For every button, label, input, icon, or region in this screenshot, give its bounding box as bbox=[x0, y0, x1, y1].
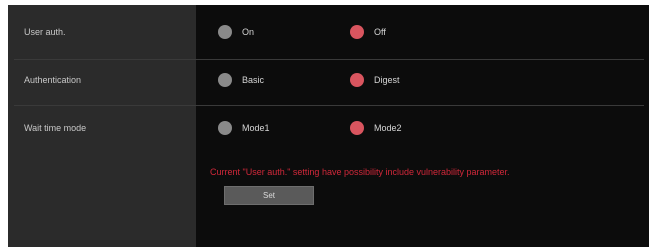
user-auth-off-radio[interactable]: Off bbox=[350, 9, 386, 55]
radio-selected-icon bbox=[350, 25, 364, 39]
user-auth-on-label: On bbox=[242, 27, 255, 37]
radio-unselected-icon bbox=[218, 73, 232, 87]
user-auth-label: User auth. bbox=[24, 27, 66, 37]
wait-time-mode2-label: Mode2 bbox=[374, 123, 402, 133]
vulnerability-warning: Current "User auth." setting have possib… bbox=[210, 167, 510, 177]
row-wait-time-mode: Wait time mode Mode1 Mode2 bbox=[8, 105, 649, 151]
radio-unselected-icon bbox=[218, 121, 232, 135]
wait-time-mode-label: Wait time mode bbox=[24, 123, 87, 133]
authentication-label: Authentication bbox=[24, 75, 82, 85]
settings-panel: User auth. On Off Authentication Basic D… bbox=[8, 5, 649, 247]
radio-selected-icon bbox=[350, 121, 364, 135]
row-user-auth: User auth. On Off bbox=[8, 9, 649, 55]
radio-selected-icon bbox=[350, 73, 364, 87]
row-authentication: Authentication Basic Digest bbox=[8, 57, 649, 103]
authentication-digest-radio[interactable]: Digest bbox=[350, 57, 400, 103]
wait-time-mode1-label: Mode1 bbox=[242, 123, 270, 133]
set-button[interactable]: Set bbox=[224, 186, 314, 205]
wait-time-mode1-radio[interactable]: Mode1 bbox=[218, 105, 270, 151]
authentication-digest-label: Digest bbox=[374, 75, 400, 85]
authentication-basic-radio[interactable]: Basic bbox=[218, 57, 264, 103]
authentication-basic-label: Basic bbox=[242, 75, 265, 85]
user-auth-on-radio[interactable]: On bbox=[218, 9, 254, 55]
user-auth-off-label: Off bbox=[374, 27, 386, 37]
radio-unselected-icon bbox=[218, 25, 232, 39]
wait-time-mode2-radio[interactable]: Mode2 bbox=[350, 105, 402, 151]
